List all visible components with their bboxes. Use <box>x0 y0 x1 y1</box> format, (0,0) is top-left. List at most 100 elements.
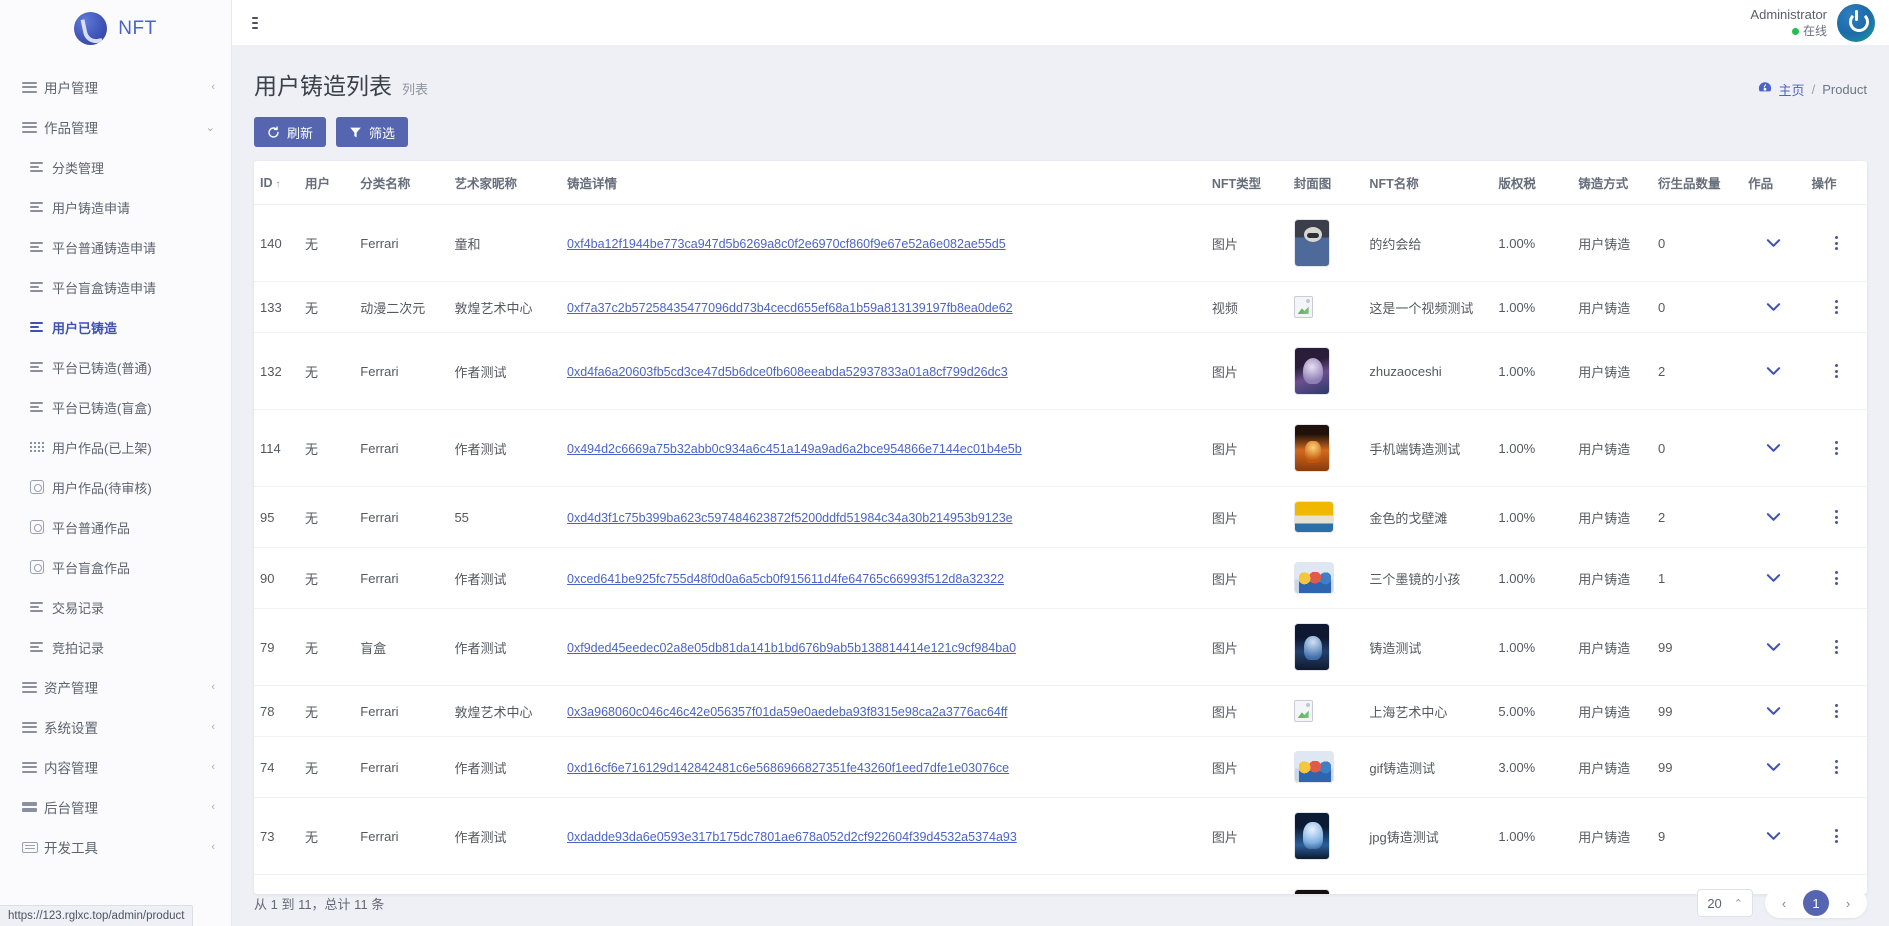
sidebar-item-0[interactable]: 用户管理‹ <box>0 67 231 107</box>
row-actions-button[interactable] <box>1806 333 1867 410</box>
hamburger-icon[interactable] <box>246 11 264 35</box>
sidebar-item-11[interactable]: 平台普通作品 <box>0 507 231 547</box>
table-header-cell-10[interactable]: 衍生品数量 <box>1652 161 1742 205</box>
sidebar-item-8[interactable]: 平台已铸造(盲盒) <box>0 387 231 427</box>
cell-cover <box>1288 282 1364 333</box>
cover-thumbnail[interactable] <box>1294 296 1313 318</box>
table-row[interactable]: 73无Ferrari作者测试0xdadde93da6e0593e317b175d… <box>254 798 1867 875</box>
cover-thumbnail[interactable] <box>1294 347 1330 395</box>
table-row[interactable]: 132无Ferrari作者测试0xd4fa6a20603fb5cd3ce47d5… <box>254 333 1867 410</box>
table-header-cell-8[interactable]: 版权税 <box>1492 161 1572 205</box>
sidebar-item-17[interactable]: 内容管理‹ <box>0 747 231 787</box>
expand-works-button[interactable] <box>1742 686 1805 737</box>
sidebar-item-4[interactable]: 平台普通铸造申请 <box>0 227 231 267</box>
sidebar-item-5[interactable]: 平台盲盒铸造申请 <box>0 267 231 307</box>
mint-detail-link[interactable]: 0x3a968060c046c46c42e056357f01da59e0aede… <box>567 705 1007 719</box>
row-actions-button[interactable] <box>1806 487 1867 548</box>
expand-works-button[interactable] <box>1742 798 1805 875</box>
page-size-select[interactable]: 20 ⌃ <box>1697 889 1753 917</box>
sidebar-item-label: 平台已铸造(普通) <box>52 358 215 377</box>
table-header-cell-9[interactable]: 铸造方式 <box>1572 161 1652 205</box>
sidebar-item-2[interactable]: 分类管理 <box>0 147 231 187</box>
table-header-cell-7[interactable]: NFT名称 <box>1363 161 1492 205</box>
expand-works-button[interactable] <box>1742 282 1805 333</box>
cover-thumbnail[interactable] <box>1294 219 1330 267</box>
table-row[interactable]: 114无Ferrari作者测试0x494d2c6669a75b32abb0c93… <box>254 410 1867 487</box>
sidebar-item-6[interactable]: 用户已铸造 <box>0 307 231 347</box>
sidebar-item-7[interactable]: 平台已铸造(普通) <box>0 347 231 387</box>
mint-detail-link[interactable]: 0xced641be925fc755d48f0d0a6a5cb0f915611d… <box>567 572 1004 586</box>
sidebar-item-13[interactable]: 交易记录 <box>0 587 231 627</box>
sidebar-item-18[interactable]: 后台管理‹ <box>0 787 231 827</box>
column-label: 操作 <box>1812 177 1837 191</box>
mint-detail-link[interactable]: 0xf4ba12f1944be773ca947d5b6269a8c0f2e697… <box>567 237 1006 251</box>
row-actions-button[interactable] <box>1806 798 1867 875</box>
breadcrumb-home[interactable]: 主页 <box>1779 80 1805 99</box>
row-actions-button[interactable] <box>1806 410 1867 487</box>
expand-works-button[interactable] <box>1742 487 1805 548</box>
cover-thumbnail[interactable] <box>1294 424 1330 472</box>
mint-detail-link[interactable]: 0xf9ded45eedec02a8e05db81da141b1bd676b9a… <box>567 641 1016 655</box>
user-block[interactable]: Administrator 在线 <box>1750 4 1875 42</box>
row-actions-button[interactable] <box>1806 609 1867 686</box>
table-row[interactable]: 95无Ferrari550xd4d3f1c75b399ba623c5974846… <box>254 487 1867 548</box>
table-row[interactable]: 74无Ferrari作者测试0xd16cf6e716129d142842481c… <box>254 737 1867 798</box>
mint-detail-link[interactable]: 0x494d2c6669a75b32abb0c934a6c451a149a9ad… <box>567 442 1022 456</box>
refresh-button[interactable]: 刷新 <box>254 117 326 147</box>
cover-thumbnail[interactable] <box>1294 751 1334 783</box>
sidebar-item-19[interactable]: 开发工具‹ <box>0 827 231 867</box>
filter-button[interactable]: 筛选 <box>336 117 408 147</box>
table-header-cell-6[interactable]: 封面图 <box>1288 161 1364 205</box>
row-actions-button[interactable] <box>1806 686 1867 737</box>
brand[interactable]: NFT <box>0 0 231 57</box>
mint-detail-link[interactable]: 0xdadde93da6e0593e317b175dc7801ae678a052… <box>567 830 1017 844</box>
next-page-button[interactable]: › <box>1835 890 1861 916</box>
sidebar-item-9[interactable]: 用户作品(已上架) <box>0 427 231 467</box>
cover-thumbnail[interactable] <box>1294 812 1330 860</box>
table-header-cell-11[interactable]: 作品 <box>1742 161 1805 205</box>
sidebar-item-1[interactable]: 作品管理⌄ <box>0 107 231 147</box>
table-header-cell-1[interactable]: 用户 <box>299 161 354 205</box>
cell-detail: 0xf7a37c2b57258435477096dd73b4cecd655ef6… <box>561 282 1206 333</box>
table-header-cell-2[interactable]: 分类名称 <box>354 161 448 205</box>
mint-detail-link[interactable]: 0xd4d3f1c75b399ba623c597484623872f5200dd… <box>567 511 1013 525</box>
mint-detail-link[interactable]: 0xd16cf6e716129d142842481c6e568696682735… <box>567 761 1009 775</box>
table-header-cell-3[interactable]: 艺术家昵称 <box>448 161 561 205</box>
cell-detail: 0xced641be925fc755d48f0d0a6a5cb0f915611d… <box>561 548 1206 609</box>
sidebar-item-16[interactable]: 系统设置‹ <box>0 707 231 747</box>
expand-works-button[interactable] <box>1742 205 1805 282</box>
table-row[interactable]: 78无Ferrari敦煌艺术中心0x3a968060c046c46c42e056… <box>254 686 1867 737</box>
mint-detail-link[interactable]: 0xf7a37c2b57258435477096dd73b4cecd655ef6… <box>567 301 1013 315</box>
table-row[interactable]: 140无Ferrari童和0xf4ba12f1944be773ca947d5b6… <box>254 205 1867 282</box>
table-header-cell-5[interactable]: NFT类型 <box>1206 161 1288 205</box>
table-header-cell-4[interactable]: 铸造详情 <box>561 161 1206 205</box>
table-row[interactable]: 79无盲盒作者测试0xf9ded45eedec02a8e05db81da141b… <box>254 609 1867 686</box>
column-label: 版权税 <box>1498 177 1536 191</box>
row-actions-button[interactable] <box>1806 548 1867 609</box>
row-actions-button[interactable] <box>1806 282 1867 333</box>
sidebar-item-14[interactable]: 竞拍记录 <box>0 627 231 667</box>
expand-works-button[interactable] <box>1742 410 1805 487</box>
expand-works-button[interactable] <box>1742 548 1805 609</box>
sidebar-item-12[interactable]: 平台盲盒作品 <box>0 547 231 587</box>
mint-detail-link[interactable]: 0xd4fa6a20603fb5cd3ce47d5b6dce0fb608eeab… <box>567 365 1008 379</box>
table-row[interactable]: 90无Ferrari作者测试0xced641be925fc755d48f0d0a… <box>254 548 1867 609</box>
avatar[interactable] <box>1837 4 1875 42</box>
table-header-cell-0[interactable]: ID↑ <box>254 161 299 205</box>
page-1-button[interactable]: 1 <box>1803 890 1829 916</box>
expand-works-button[interactable] <box>1742 737 1805 798</box>
sidebar-item-15[interactable]: 资产管理‹ <box>0 667 231 707</box>
table-row[interactable]: 133无动漫二次元敦煌艺术中心0xf7a37c2b57258435477096d… <box>254 282 1867 333</box>
sidebar-item-10[interactable]: 用户作品(待审核) <box>0 467 231 507</box>
cover-thumbnail[interactable] <box>1294 501 1334 533</box>
cover-thumbnail[interactable] <box>1294 562 1334 594</box>
row-actions-button[interactable] <box>1806 205 1867 282</box>
cover-thumbnail[interactable] <box>1294 700 1313 722</box>
expand-works-button[interactable] <box>1742 609 1805 686</box>
sidebar-item-3[interactable]: 用户铸造申请 <box>0 187 231 227</box>
table-header-cell-12[interactable]: 操作 <box>1806 161 1867 205</box>
prev-page-button[interactable]: ‹ <box>1771 890 1797 916</box>
cover-thumbnail[interactable] <box>1294 623 1330 671</box>
expand-works-button[interactable] <box>1742 333 1805 410</box>
row-actions-button[interactable] <box>1806 737 1867 798</box>
